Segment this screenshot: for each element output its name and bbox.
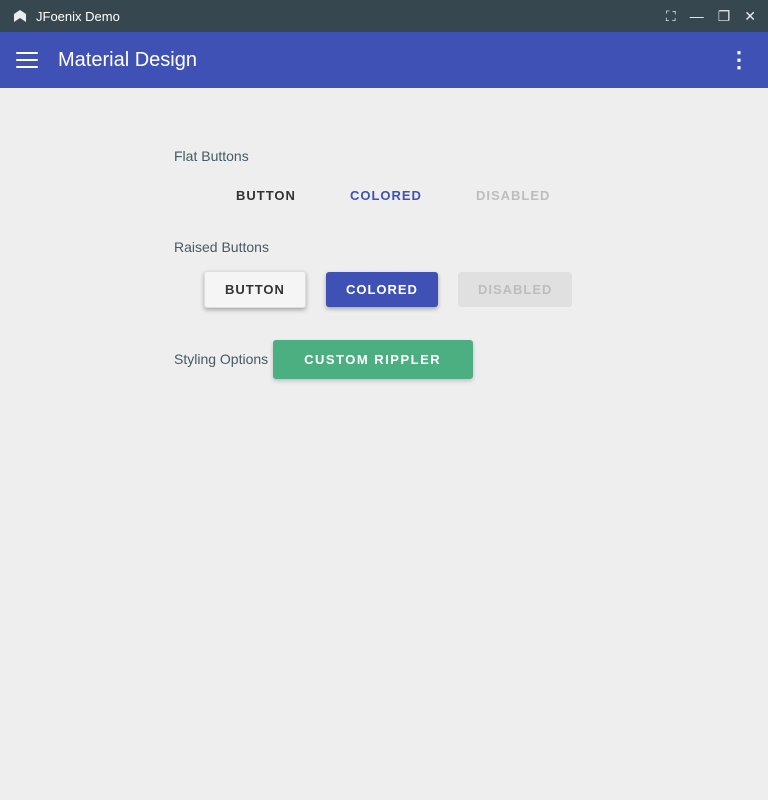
flat-button-colored[interactable]: COLORED <box>338 180 434 211</box>
restore-button[interactable]: ❐ <box>718 9 731 23</box>
minimize-button[interactable]: — <box>690 9 704 23</box>
custom-rippler-button[interactable]: CUSTOM RIPPLER <box>273 340 473 379</box>
title-bar: JFoenix Demo ⛶ — ❐ ✕ <box>0 0 768 32</box>
styling-options-label: Styling Options <box>174 351 268 367</box>
raised-buttons-label: Raised Buttons <box>174 239 594 255</box>
flat-buttons-label: Flat Buttons <box>174 148 594 164</box>
window-title: JFoenix Demo <box>36 9 120 24</box>
hamburger-menu-button[interactable] <box>16 52 38 68</box>
main-content: Flat Buttons BUTTON COLORED DISABLED Rai… <box>0 88 768 800</box>
hamburger-line <box>16 59 38 61</box>
content-container: Flat Buttons BUTTON COLORED DISABLED Rai… <box>174 128 594 379</box>
app-bar-left: Material Design <box>16 49 197 72</box>
flat-buttons-row: BUTTON COLORED DISABLED <box>174 180 594 211</box>
close-button[interactable]: ✕ <box>744 9 756 23</box>
raised-button-default[interactable]: BUTTON <box>204 271 306 308</box>
app-bar: Material Design ⋮ <box>0 32 768 88</box>
window-controls: ⛶ — ❐ ✕ <box>666 9 756 23</box>
maximize-button[interactable]: ⛶ <box>666 9 676 23</box>
hamburger-line <box>16 66 38 68</box>
raised-button-colored[interactable]: COLORED <box>326 272 438 307</box>
flat-button-disabled: DISABLED <box>464 180 562 211</box>
raised-buttons-row: BUTTON COLORED DISABLED <box>174 271 594 308</box>
raised-button-disabled: DISABLED <box>458 272 572 307</box>
styling-options-section: Styling Options CUSTOM RIPPLER <box>174 326 594 379</box>
title-bar-left: JFoenix Demo <box>12 8 120 24</box>
overflow-menu-button[interactable]: ⋮ <box>728 47 752 73</box>
app-bar-title: Material Design <box>58 49 197 72</box>
hamburger-line <box>16 52 38 54</box>
app-icon <box>12 8 28 24</box>
flat-button-default[interactable]: BUTTON <box>224 180 308 211</box>
